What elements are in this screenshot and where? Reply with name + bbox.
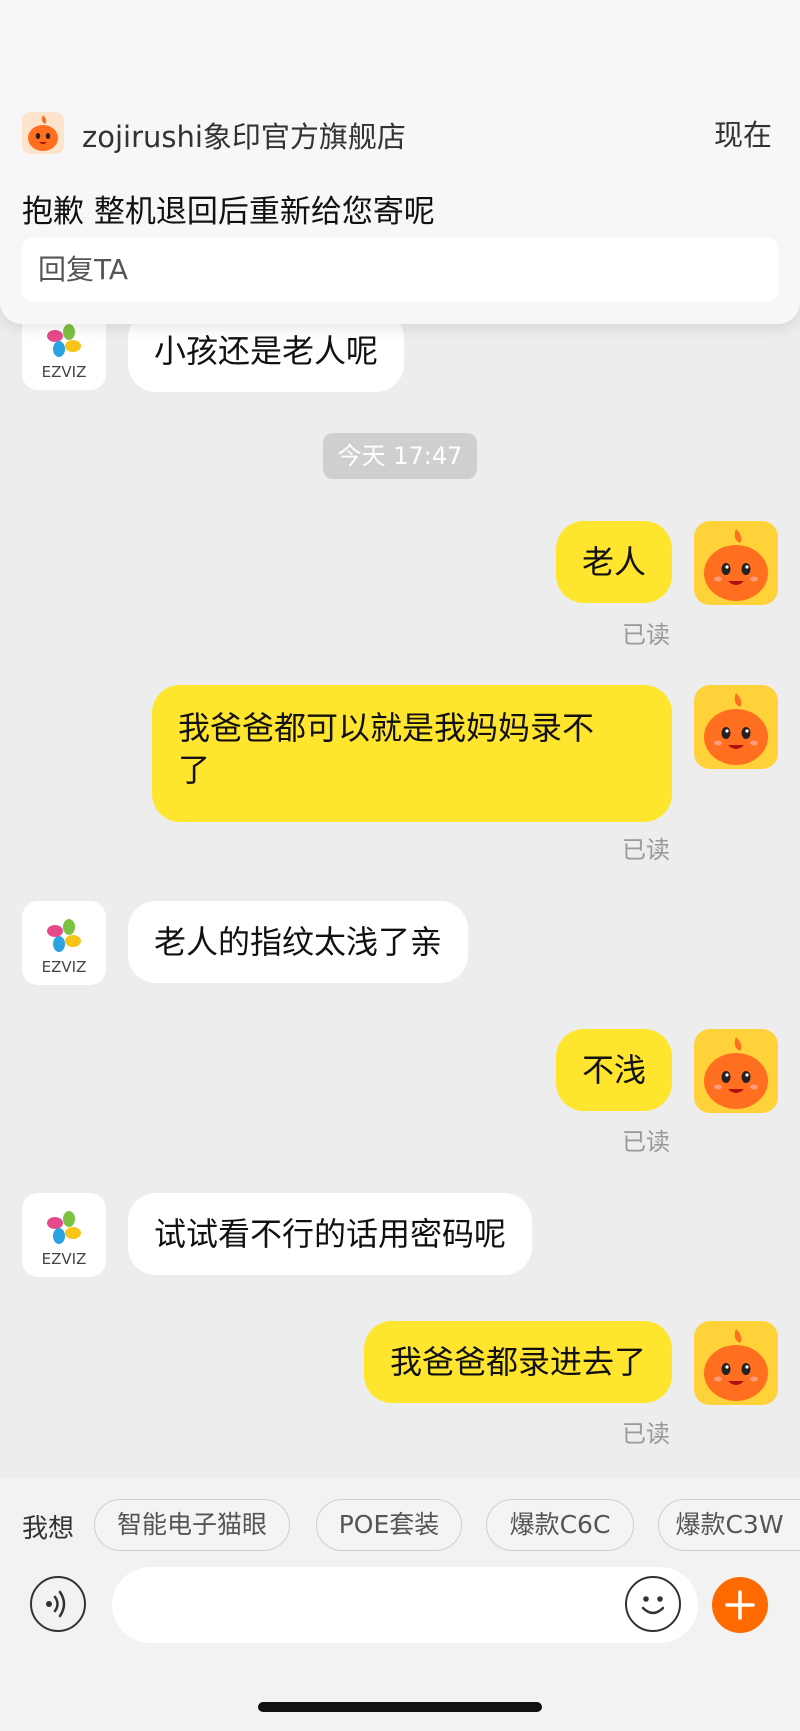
message-text-line: 我爸爸都可以就是我妈妈录不 xyxy=(178,709,595,747)
notification-banner[interactable]: zojirushi象印官方旗舰店 现在 抱歉 整机退回后重新给您寄呢 回复TA xyxy=(0,0,800,324)
suggestion-chip[interactable]: 智能电子猫眼 xyxy=(94,1499,290,1551)
home-indicator[interactable] xyxy=(258,1702,542,1712)
voice-button[interactable] xyxy=(30,1576,86,1632)
ezviz-logo-text: EZVIZ xyxy=(42,363,87,381)
voice-icon xyxy=(46,1590,66,1618)
message-text: 我爸爸都录进去了 xyxy=(389,1343,646,1381)
read-status: 已读 xyxy=(622,1128,670,1156)
message-bubble-outgoing[interactable]: 不浅 xyxy=(555,1029,672,1111)
notification-shop-name: zojirushi象印官方旗舰店 xyxy=(82,120,406,154)
message-bubble-outgoing[interactable]: 我爸爸都录进去了 xyxy=(363,1321,672,1403)
message-text: 试试看不行的话用密码呢 xyxy=(154,1215,507,1253)
suggestion-chip[interactable]: 爆款C6C xyxy=(486,1499,634,1551)
ezviz-logo-text: EZVIZ xyxy=(42,958,87,976)
shop-avatar[interactable]: EZVIZ xyxy=(22,901,106,985)
reply-button[interactable]: 回复TA xyxy=(22,238,778,302)
message-bubble-outgoing[interactable]: 老人 xyxy=(555,521,672,603)
timestamp-chip: 今天 17:47 xyxy=(323,433,477,479)
message-bubble-incoming[interactable]: 试试看不行的话用密码呢 xyxy=(128,1193,533,1275)
ezviz-logo-text: EZVIZ xyxy=(42,1250,87,1268)
shop-avatar[interactable]: EZVIZ xyxy=(22,1193,106,1277)
user-avatar[interactable] xyxy=(694,521,778,605)
user-avatar[interactable] xyxy=(694,1321,778,1405)
emoji-button[interactable] xyxy=(625,1576,681,1632)
notification-message: 抱歉 整机退回后重新给您寄呢 xyxy=(22,194,435,230)
ezviz-logo-icon: EZVIZ xyxy=(42,919,87,976)
suggestions-label: 我想 xyxy=(22,1514,75,1544)
message-text-line: 了 xyxy=(178,751,211,789)
mascot-icon xyxy=(704,1329,768,1401)
message-text: 不浅 xyxy=(581,1051,646,1089)
message-text: 老人 xyxy=(581,543,646,581)
chat-screen: EZVIZ 小孩还是老人呢 今天 17:47 老人 已读 我爸爸都可以就是我妈妈… xyxy=(0,0,800,1731)
message-bubble-incoming[interactable]: 老人的指纹太浅了亲 xyxy=(128,901,469,983)
read-status: 已读 xyxy=(622,1420,670,1448)
mascot-icon xyxy=(704,529,768,601)
mascot-icon xyxy=(28,115,58,151)
mascot-icon xyxy=(704,1037,768,1109)
ezviz-logo-icon: EZVIZ xyxy=(42,1211,87,1268)
message-bubble-outgoing[interactable]: 我爸爸都可以就是我妈妈录不 了 xyxy=(152,685,672,822)
user-avatar[interactable] xyxy=(694,685,778,769)
notification-time: 现在 xyxy=(713,118,772,152)
plus-icon xyxy=(725,1590,755,1620)
emoji-icon xyxy=(641,1596,665,1615)
read-status: 已读 xyxy=(622,621,670,649)
plus-button[interactable] xyxy=(712,1577,768,1633)
suggestion-chip[interactable]: 爆款C3W xyxy=(658,1499,800,1551)
read-status: 已读 xyxy=(622,836,670,864)
notification-app-avatar xyxy=(22,112,64,154)
message-text: 小孩还是老人呢 xyxy=(154,332,379,370)
user-avatar[interactable] xyxy=(694,1029,778,1113)
message-input[interactable] xyxy=(112,1567,698,1643)
mascot-icon xyxy=(704,693,768,765)
message-text: 老人的指纹太浅了亲 xyxy=(154,923,443,961)
suggestion-chip[interactable]: POE套装 xyxy=(316,1499,462,1551)
